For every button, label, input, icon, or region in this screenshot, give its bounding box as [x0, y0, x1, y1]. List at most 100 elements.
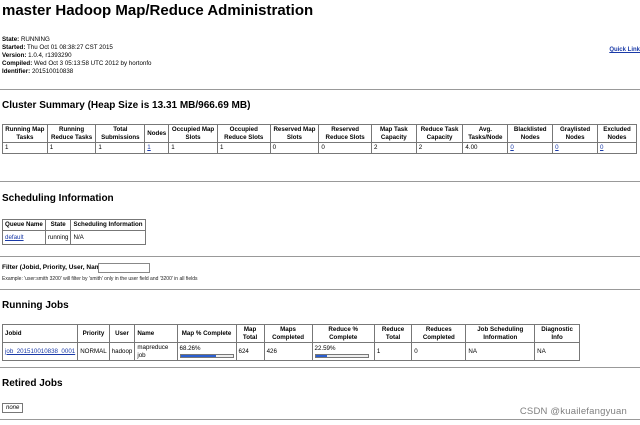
col-header: State [44, 219, 72, 231]
col-header: Jobid [1, 324, 79, 343]
col-header: Reduce Task Capacity [415, 124, 464, 143]
reduce-progress-fill [315, 354, 328, 357]
jobtracker-info: State: RUNNING Started: Thu Oct 01 08:38… [2, 36, 152, 76]
running-jobs-heading: Running Jobs [2, 300, 69, 311]
col-header: Reserved Reduce Slots [318, 124, 372, 143]
col-header: Diagnostic Info [534, 324, 580, 343]
filter-label: Filter (Jobid, Priority, User, Name) [2, 264, 107, 271]
col-header: Running Map Tasks [2, 124, 48, 143]
diagnostic-info: NA [534, 342, 580, 361]
table-header-row: Jobid Priority User Name Map % Complete … [1, 324, 580, 343]
col-header: Priority [77, 324, 110, 343]
map-percent: 68.26% [179, 345, 201, 353]
total-submissions: 1 [95, 142, 146, 154]
col-header: Occupied Reduce Slots [216, 124, 271, 143]
excluded-nodes-link[interactable]: 0 [600, 144, 603, 151]
running-jobs-table: Jobid Priority User Name Map % Complete … [1, 324, 580, 361]
col-header: Reduce Total [373, 324, 413, 343]
reduce-total: 1 [373, 342, 413, 361]
col-header: Avg. Tasks/Node [462, 124, 509, 143]
divider [0, 289, 640, 290]
map-total: 624 [235, 342, 265, 361]
graylisted-nodes-link[interactable]: 0 [555, 144, 558, 151]
col-header: Map Task Capacity [370, 124, 417, 143]
col-header: Running Reduce Tasks [46, 124, 97, 143]
reserved-map-slots: 0 [269, 142, 320, 154]
scheduling-heading: Scheduling Information [2, 193, 114, 204]
map-progress-fill [180, 354, 216, 357]
col-header: Total Submissions [95, 124, 146, 143]
info-started: Started: Thu Oct 01 08:38:27 CST 2015 [2, 43, 113, 51]
col-header: Excluded Nodes [597, 124, 637, 143]
map-complete-cell: 68.26% [176, 342, 237, 361]
running-reduce-tasks: 1 [46, 142, 97, 154]
col-header: Map Total [235, 324, 265, 343]
info-identifier: Identifier: 201510010838 [2, 67, 74, 75]
scheduling-table: Queue Name State Scheduling Information … [2, 219, 146, 245]
job-link[interactable]: job_201510010838_0001 [5, 348, 75, 355]
job-name: mapreduce job [134, 342, 178, 361]
occupied-map-slots: 1 [168, 142, 218, 154]
col-header: Blacklisted Nodes [507, 124, 554, 143]
quick-links-link[interactable]: Quick Link [609, 47, 640, 53]
maps-completed: 426 [263, 342, 313, 361]
graylisted-cell: 0 [552, 142, 598, 154]
col-header: Occupied Map Slots [168, 124, 218, 143]
queue-default-link[interactable]: default [5, 234, 24, 241]
col-header: Queue Name [2, 219, 46, 231]
col-header: Reduces Completed [411, 324, 467, 343]
retired-jobs-none: none [2, 403, 24, 413]
job-scheduling-info: NA [465, 342, 536, 361]
map-task-capacity: 2 [370, 142, 417, 154]
reduce-complete-cell: 22.59% [311, 342, 375, 361]
col-header: User [108, 324, 136, 343]
info-state: State: RUNNING [2, 36, 50, 43]
retired-jobs-heading: Retired Jobs [2, 378, 63, 389]
table-header-row: Running Map Tasks Running Reduce Tasks T… [2, 124, 637, 143]
info-compiled: Compiled: Wed Oct 3 05:13:58 UTC 2012 by… [2, 59, 152, 67]
cluster-summary-table: Running Map Tasks Running Reduce Tasks T… [2, 124, 637, 154]
table-header-row: Queue Name State Scheduling Information [2, 219, 146, 231]
filter-input[interactable] [98, 263, 150, 273]
blacklisted-cell: 0 [507, 142, 554, 154]
divider [0, 89, 640, 90]
col-header: Reserved Map Slots [269, 124, 320, 143]
reduce-task-capacity: 2 [415, 142, 464, 154]
col-header: Job Scheduling Information [465, 324, 536, 343]
avg-tasks-per-node: 4.00 [462, 142, 509, 154]
filter-example: Example: 'user:smith 3200' will filter b… [2, 276, 198, 282]
queue-name-cell: default [2, 229, 46, 245]
occupied-reduce-slots: 1 [216, 142, 271, 154]
col-header: Maps Completed [263, 324, 313, 343]
nodes-cell: 1 [144, 142, 170, 154]
queue-scheduling-info: N/A [70, 229, 146, 245]
divider [0, 419, 640, 420]
running-map-tasks: 1 [2, 142, 48, 154]
col-header: Scheduling Information [70, 219, 146, 231]
col-header: Reduce % Complete [311, 324, 375, 343]
queue-state: running [44, 229, 72, 245]
col-header: Name [134, 324, 178, 343]
page-title: master Hadoop Map/Reduce Administration [2, 2, 314, 19]
col-header: Nodes [144, 124, 170, 143]
jobid-cell: job_201510010838_0001 [1, 342, 79, 361]
reserved-reduce-slots: 0 [318, 142, 372, 154]
blacklisted-nodes-link[interactable]: 0 [510, 144, 513, 151]
excluded-cell: 0 [597, 142, 637, 154]
job-priority: NORMAL [77, 342, 110, 361]
map-progress-bar [179, 353, 234, 358]
table-row: job_201510010838_0001 NORMAL hadoop mapr… [1, 342, 580, 361]
divider [0, 181, 640, 182]
divider [0, 256, 640, 257]
divider [0, 367, 640, 368]
cluster-summary-heading: Cluster Summary (Heap Size is 13.31 MB/9… [2, 100, 251, 111]
col-header: Graylisted Nodes [552, 124, 598, 143]
reduces-completed: 0 [411, 342, 467, 361]
table-row: 1 1 1 1 1 1 0 0 2 2 4.00 0 0 0 [2, 142, 637, 154]
col-header: Map % Complete [176, 324, 237, 343]
table-row: default running N/A [2, 229, 146, 245]
nodes-link[interactable]: 1 [147, 144, 150, 151]
job-user: hadoop [108, 342, 136, 361]
reduce-progress-bar [314, 353, 369, 358]
watermark: CSDN @kuailefangyuan [519, 406, 627, 417]
